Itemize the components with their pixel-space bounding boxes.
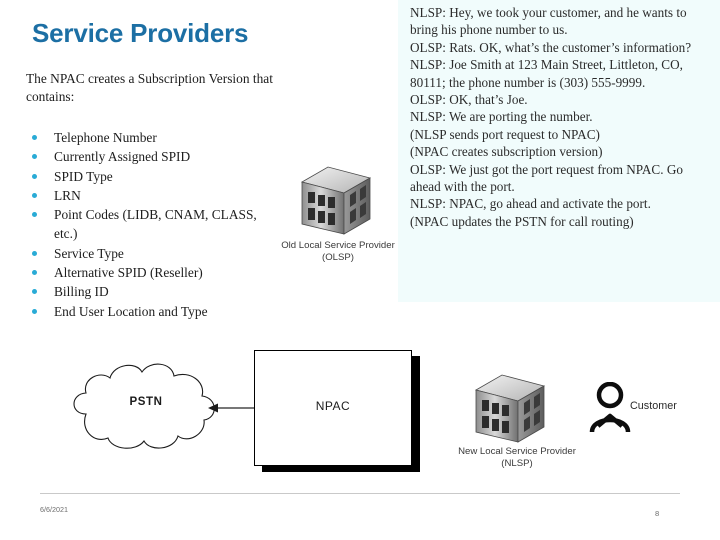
list-item: Billing ID <box>26 282 281 301</box>
bullet-dot-icon <box>32 212 37 218</box>
bullet-dot-icon <box>32 192 37 198</box>
list-item-label: LRN <box>54 187 81 203</box>
dialogue-line: OLSP: We just got the port request from … <box>410 161 683 195</box>
dialogue-line: NLSP: Hey, we took your customer, and he… <box>410 5 687 38</box>
list-item: Telephone Number <box>26 128 281 147</box>
bullet-dot-icon <box>32 173 37 179</box>
subscription-version-list: Telephone Number Currently Assigned SPID… <box>26 128 281 321</box>
footer-page-number: 8 <box>655 509 660 518</box>
dialogue-line: NLSP: Joe Smith at 123 Main Street, Litt… <box>410 57 683 90</box>
olsp-caption-line2: (OLSP) <box>322 252 354 263</box>
nlsp-caption-line1: New Local Service Provider <box>458 446 576 457</box>
dialogue-line: NLSP: We are porting the number. <box>410 109 593 125</box>
dialogue-line: (NPAC updates the PSTN for call routing) <box>410 213 634 229</box>
list-item: SPID Type <box>26 167 281 186</box>
dialogue-line: NLSP: NPAC, go ahead and activate the po… <box>410 196 651 212</box>
footer-divider <box>40 493 680 494</box>
list-item-label: SPID Type <box>54 168 113 184</box>
arrow-left-icon <box>208 403 258 413</box>
list-item: End User Location and Type <box>26 302 281 321</box>
npac-box: NPAC <box>254 350 412 466</box>
list-item-label: Alternative SPID (Reseller) <box>54 265 203 281</box>
dialogue-line: OLSP: OK, that’s Joe. <box>410 92 528 108</box>
nlsp-group: New Local Service Provider (NLSP) <box>452 370 582 480</box>
bullet-dot-icon <box>32 135 37 140</box>
list-item-label: Telephone Number <box>54 130 157 145</box>
building-icon <box>300 166 372 235</box>
list-item: Point Codes (LIDB, CNAM, CLASS, etc.) <box>26 205 281 244</box>
customer-label: Customer <box>630 400 677 412</box>
dialogue-line: (NPAC creates subscription version) <box>410 144 603 160</box>
building-icon <box>474 374 546 443</box>
dialogue-line: OLSP: Rats. OK, what’s the customer’s in… <box>410 39 692 55</box>
list-item-label: Currently Assigned SPID <box>54 149 191 165</box>
bullet-dot-icon <box>32 250 37 256</box>
olsp-caption: Old Local Service Provider (OLSP) <box>258 240 418 264</box>
list-item: Service Type <box>26 244 281 263</box>
bullet-dot-icon <box>32 308 37 314</box>
nlsp-caption: New Local Service Provider (NLSP) <box>427 446 607 470</box>
nlsp-caption-line2: (NLSP) <box>501 458 533 469</box>
person-icon <box>589 382 631 433</box>
list-item: Currently Assigned SPID <box>26 147 281 166</box>
list-item-label: Billing ID <box>54 284 109 300</box>
olsp-group: Old Local Service Provider (OLSP) <box>278 162 398 272</box>
olsp-caption-line1: Old Local Service Provider <box>281 240 395 251</box>
bullet-dot-icon <box>32 270 37 276</box>
slide-canvas: NLSP: Hey, we took your customer, and he… <box>0 0 720 540</box>
bullet-dot-icon <box>32 289 37 295</box>
list-item-label: Service Type <box>54 245 124 261</box>
dialogue-panel: NLSP: Hey, we took your customer, and he… <box>398 0 720 302</box>
page-title: Service Providers <box>32 18 249 48</box>
footer-date: 6/6/2021 <box>40 505 68 514</box>
list-item-label: End User Location and Type <box>54 303 208 319</box>
npac-label: NPAC <box>315 399 351 413</box>
list-item: LRN <box>26 186 281 205</box>
dialogue-text-block: NLSP: Hey, we took your customer, and he… <box>410 4 712 230</box>
intro-paragraph: The NPAC creates a Subscription Version … <box>26 71 273 104</box>
list-item: Alternative SPID (Reseller) <box>26 263 281 282</box>
bullet-dot-icon <box>32 154 37 160</box>
list-item-label: Point Codes (LIDB, CNAM, CLASS, etc.) <box>54 207 257 242</box>
dialogue-line: (NLSP sends port request to NPAC) <box>410 126 600 142</box>
